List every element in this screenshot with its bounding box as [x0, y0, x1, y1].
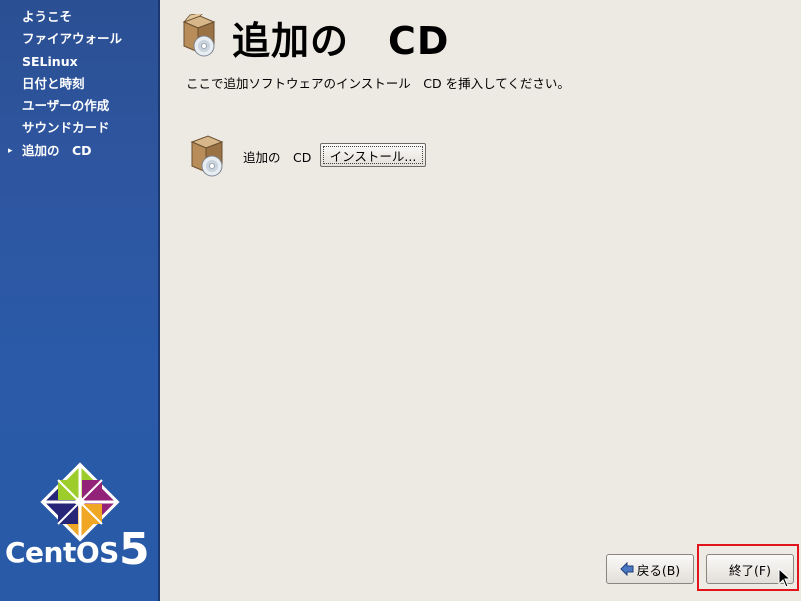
step-item-selinux: SELinux [22, 53, 78, 69]
cd-label: 追加の CD [243, 150, 312, 165]
back-button[interactable]: 戻る(B) [606, 554, 694, 584]
finish-button-label: 終了(F) [729, 562, 771, 578]
current-step-marker-icon: ▸ [8, 145, 13, 156]
back-arrow-icon [620, 562, 634, 576]
install-button[interactable]: インストール... [320, 143, 426, 167]
brand-version: 5 [119, 524, 150, 575]
mouse-pointer-icon [778, 568, 790, 588]
step-list: ようこそ ファイアウォール SELinux 日付と時刻 ユーザーの作成 サウンド… [0, 6, 122, 162]
step-item-firewall: ファイアウォール [22, 31, 123, 47]
install-button-label: インストール... [323, 146, 423, 164]
page-title: 追加の CD [232, 19, 450, 63]
step-item-soundcard: サウンドカード [22, 120, 110, 136]
brand-name: CentOS [5, 536, 119, 569]
centos-logo-icon [40, 462, 120, 542]
centos-brand: CentOS 5 [5, 524, 150, 575]
main-content: 追加の CD ここで追加ソフトウェアのインストール CD を挿入してください。 … [160, 0, 801, 601]
step-item-welcome: ようこそ [22, 9, 73, 24]
step-item-date-time: 日付と時刻 [22, 75, 85, 91]
package-cd-icon [182, 14, 216, 57]
step-item-create-user: ユーザーの作成 [22, 98, 110, 114]
step-item-additional-cd: ▸ 追加の CD [0, 140, 122, 162]
back-button-label: 戻る(B) [636, 562, 681, 578]
sidebar: ようこそ ファイアウォール SELinux 日付と時刻 ユーザーの作成 サウンド… [0, 0, 160, 601]
package-cd-icon [190, 135, 224, 177]
instruction-text: ここで追加ソフトウェアのインストール CD を挿入してください。 [186, 76, 570, 91]
